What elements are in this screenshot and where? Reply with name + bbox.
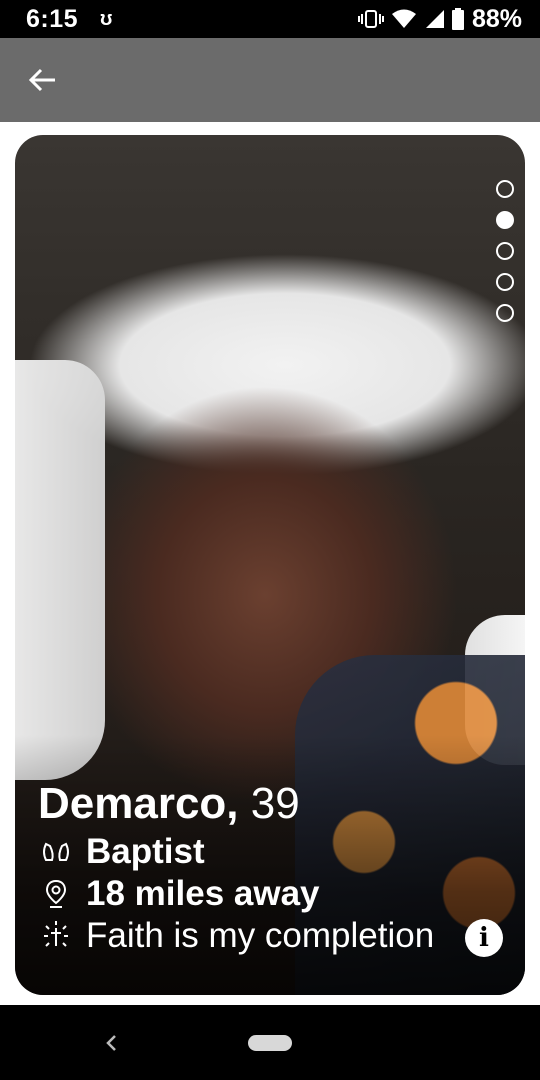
battery-percent: 88% <box>471 4 522 33</box>
status-time: 6:15 <box>26 4 79 33</box>
system-nav-bar <box>0 1005 540 1080</box>
notification-app-icon: ʊ <box>100 7 113 30</box>
cell-signal-icon <box>425 10 444 28</box>
battery-icon <box>451 8 464 30</box>
denomination-row: Baptist <box>38 831 508 873</box>
tagline-text: Faith is my completion <box>86 916 435 955</box>
vibrate-icon <box>357 10 384 28</box>
distance-row: 18 miles away <box>38 873 508 915</box>
photo-dot[interactable] <box>496 242 514 260</box>
wifi-icon <box>391 9 416 28</box>
profile-name-age: Demarco, 39 <box>38 777 508 831</box>
info-icon: i <box>479 923 489 953</box>
location-pin-icon <box>38 876 74 912</box>
photo-pagination <box>496 180 514 322</box>
photo-dot[interactable] <box>496 273 514 291</box>
praying-hands-icon <box>38 834 74 870</box>
cross-sunburst-icon <box>38 918 74 954</box>
nav-home-pill[interactable] <box>248 1035 292 1051</box>
tagline-row: Faith is my completion <box>38 915 508 957</box>
photo-dot[interactable] <box>496 180 514 198</box>
profile-name: Demarco, <box>38 779 239 828</box>
app-bar <box>0 38 540 122</box>
denomination-text: Baptist <box>86 832 205 871</box>
profile-card[interactable]: Demarco, 39 Baptist 18 miles away Faith … <box>15 135 525 995</box>
nav-back-icon[interactable] <box>100 1031 124 1055</box>
status-icons: 88% <box>357 4 522 34</box>
profile-age: 39 <box>250 779 300 828</box>
distance-text: 18 miles away <box>86 874 320 913</box>
info-button[interactable]: i <box>465 919 503 957</box>
photo-dot-active[interactable] <box>496 211 514 229</box>
arrow-left-icon <box>28 68 55 92</box>
profile-info: Demarco, 39 Baptist 18 miles away Faith … <box>38 777 508 957</box>
photo-dot[interactable] <box>496 304 514 322</box>
status-bar: 6:15 ʊ 88% <box>0 0 540 38</box>
profile-photo-region <box>15 360 105 780</box>
back-button[interactable] <box>22 60 62 100</box>
